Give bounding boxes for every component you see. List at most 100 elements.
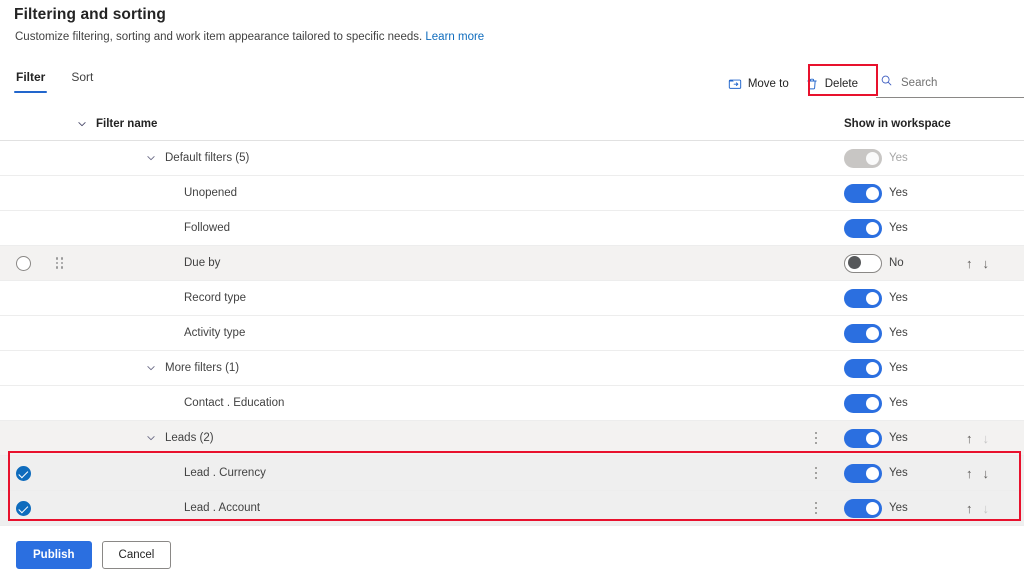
- show-in-workspace-cell[interactable]: Yes: [836, 148, 966, 168]
- toggle-value-label: Yes: [889, 292, 908, 304]
- show-in-workspace-cell[interactable]: No: [836, 253, 966, 273]
- row-label: Lead . Account: [184, 502, 261, 514]
- row-checkbox-cell[interactable]: [0, 255, 46, 271]
- row-overflow-cell[interactable]: [796, 501, 836, 515]
- row-checkbox-checked[interactable]: [15, 465, 31, 481]
- show-in-workspace-toggle[interactable]: [844, 393, 882, 413]
- show-in-workspace-toggle[interactable]: [844, 428, 882, 448]
- row-label: Lead . Currency: [184, 467, 266, 479]
- tab-filter[interactable]: Filter: [14, 70, 48, 93]
- move-down-arrow-icon[interactable]: ↓: [983, 502, 990, 515]
- show-in-workspace-toggle[interactable]: [844, 288, 882, 308]
- toggle-value-label: Yes: [889, 432, 908, 444]
- drag-handle-icon[interactable]: [56, 257, 64, 269]
- row-label: More filters (1): [165, 362, 240, 374]
- table-row[interactable]: Default filters (5) Yes ↑↓: [0, 141, 1024, 176]
- column-header-filter-name: Filter name: [96, 118, 158, 130]
- move-up-arrow-icon[interactable]: ↑: [966, 502, 973, 515]
- row-reorder-arrows-cell: ↑↓: [966, 292, 1024, 305]
- filtering-and-sorting-page: Filtering and sorting Customize filterin…: [0, 0, 1024, 572]
- show-in-workspace-toggle[interactable]: [844, 498, 882, 518]
- row-drag-handle-cell[interactable]: [46, 257, 74, 269]
- row-name-cell: Due by: [74, 257, 796, 269]
- table-row[interactable]: Record type Yes ↑↓: [0, 281, 1024, 316]
- move-up-arrow-icon[interactable]: ↑: [966, 257, 973, 270]
- delete-label: Delete: [824, 78, 858, 90]
- row-checkbox-checked[interactable]: [15, 500, 31, 516]
- move-up-arrow-icon[interactable]: ↑: [966, 432, 973, 445]
- chevron-down-icon[interactable]: [143, 363, 159, 373]
- command-toolbar: Move to Delete: [720, 70, 1024, 98]
- publish-button[interactable]: Publish: [16, 541, 92, 570]
- row-checkbox[interactable]: [15, 255, 31, 271]
- row-reorder-arrows-cell: ↑↓: [966, 467, 1024, 480]
- show-in-workspace-cell[interactable]: Yes: [836, 218, 966, 238]
- show-in-workspace-toggle[interactable]: [844, 253, 882, 273]
- table-row[interactable]: Due by No ↑ ↓: [0, 246, 1024, 281]
- show-in-workspace-toggle[interactable]: [844, 463, 882, 483]
- row-label: Contact . Education: [184, 397, 285, 409]
- row-checkbox-cell[interactable]: [0, 465, 46, 481]
- row-name-cell: Unopened: [74, 187, 796, 199]
- show-in-workspace-cell[interactable]: Yes: [836, 393, 966, 413]
- move-to-icon: [728, 77, 742, 91]
- show-in-workspace-toggle[interactable]: [844, 183, 882, 203]
- cancel-button[interactable]: Cancel: [101, 541, 172, 570]
- more-options-icon[interactable]: [814, 501, 818, 515]
- table-row[interactable]: Lead . Currency Yes ↑ ↓: [0, 456, 1024, 491]
- more-options-icon[interactable]: [814, 466, 818, 480]
- table-header-row: Filter name Show in workspace: [0, 108, 1024, 141]
- show-in-workspace-toggle[interactable]: [844, 218, 882, 238]
- row-reorder-arrows-cell: ↑↓: [966, 187, 1024, 200]
- toggle-value-label: Yes: [889, 152, 908, 164]
- show-in-workspace-cell[interactable]: Yes: [836, 183, 966, 203]
- move-down-arrow-icon[interactable]: ↓: [983, 432, 990, 445]
- footer-buttons: Publish Cancel: [16, 541, 172, 570]
- trash-icon: [805, 77, 819, 91]
- show-in-workspace-cell[interactable]: Yes: [836, 428, 966, 448]
- toggle-value-label: Yes: [889, 397, 908, 409]
- toggle-value-label: Yes: [889, 327, 908, 339]
- table-row[interactable]: Followed Yes ↑↓: [0, 211, 1024, 246]
- filters-table: Filter name Show in workspace Default fi…: [0, 108, 1024, 526]
- show-in-workspace-cell[interactable]: Yes: [836, 323, 966, 343]
- table-row[interactable]: More filters (1) Yes ↑↓: [0, 351, 1024, 386]
- table-row[interactable]: Leads (2) Yes ↑ ↓: [0, 421, 1024, 456]
- more-options-icon[interactable]: [814, 431, 818, 445]
- table-row[interactable]: Lead . Account Yes ↑ ↓: [0, 491, 1024, 526]
- chevron-down-icon[interactable]: [74, 119, 90, 129]
- table-row[interactable]: Activity type Yes ↑↓: [0, 316, 1024, 351]
- row-reorder-arrows-cell: ↑↓: [966, 397, 1024, 410]
- search-icon: [880, 74, 893, 92]
- move-down-arrow-icon[interactable]: ↓: [983, 257, 990, 270]
- row-overflow-cell[interactable]: [796, 466, 836, 480]
- row-name-cell: Lead . Account: [74, 502, 796, 514]
- search-box[interactable]: [876, 70, 1024, 98]
- move-up-arrow-icon[interactable]: ↑: [966, 467, 973, 480]
- row-reorder-arrows-cell: ↑↓: [966, 257, 1024, 270]
- row-name-cell: Followed: [74, 222, 796, 234]
- learn-more-link[interactable]: Learn more: [425, 31, 484, 43]
- tab-sort[interactable]: Sort: [69, 70, 95, 93]
- show-in-workspace-cell[interactable]: Yes: [836, 463, 966, 483]
- move-down-arrow-icon[interactable]: ↓: [983, 467, 990, 480]
- search-input[interactable]: [899, 76, 1009, 90]
- table-row[interactable]: Contact . Education Yes ↑↓: [0, 386, 1024, 421]
- row-reorder-arrows-cell: ↑↓: [966, 362, 1024, 375]
- row-reorder-arrows-cell: ↑↓: [966, 152, 1024, 165]
- move-to-button[interactable]: Move to: [720, 73, 797, 95]
- show-in-workspace-toggle[interactable]: [844, 358, 882, 378]
- chevron-down-icon[interactable]: [143, 433, 159, 443]
- show-in-workspace-cell[interactable]: Yes: [836, 498, 966, 518]
- chevron-down-icon[interactable]: [143, 153, 159, 163]
- column-header-show-in-workspace: Show in workspace: [844, 118, 951, 130]
- show-in-workspace-cell[interactable]: Yes: [836, 288, 966, 308]
- show-in-workspace-cell[interactable]: Yes: [836, 358, 966, 378]
- page-title: Filtering and sorting: [14, 6, 166, 23]
- table-row[interactable]: Unopened Yes ↑↓: [0, 176, 1024, 211]
- row-checkbox-cell[interactable]: [0, 500, 46, 516]
- row-overflow-cell[interactable]: [796, 431, 836, 445]
- delete-button[interactable]: Delete: [797, 73, 866, 95]
- page-subtitle-text: Customize filtering, sorting and work it…: [15, 31, 423, 43]
- show-in-workspace-toggle[interactable]: [844, 323, 882, 343]
